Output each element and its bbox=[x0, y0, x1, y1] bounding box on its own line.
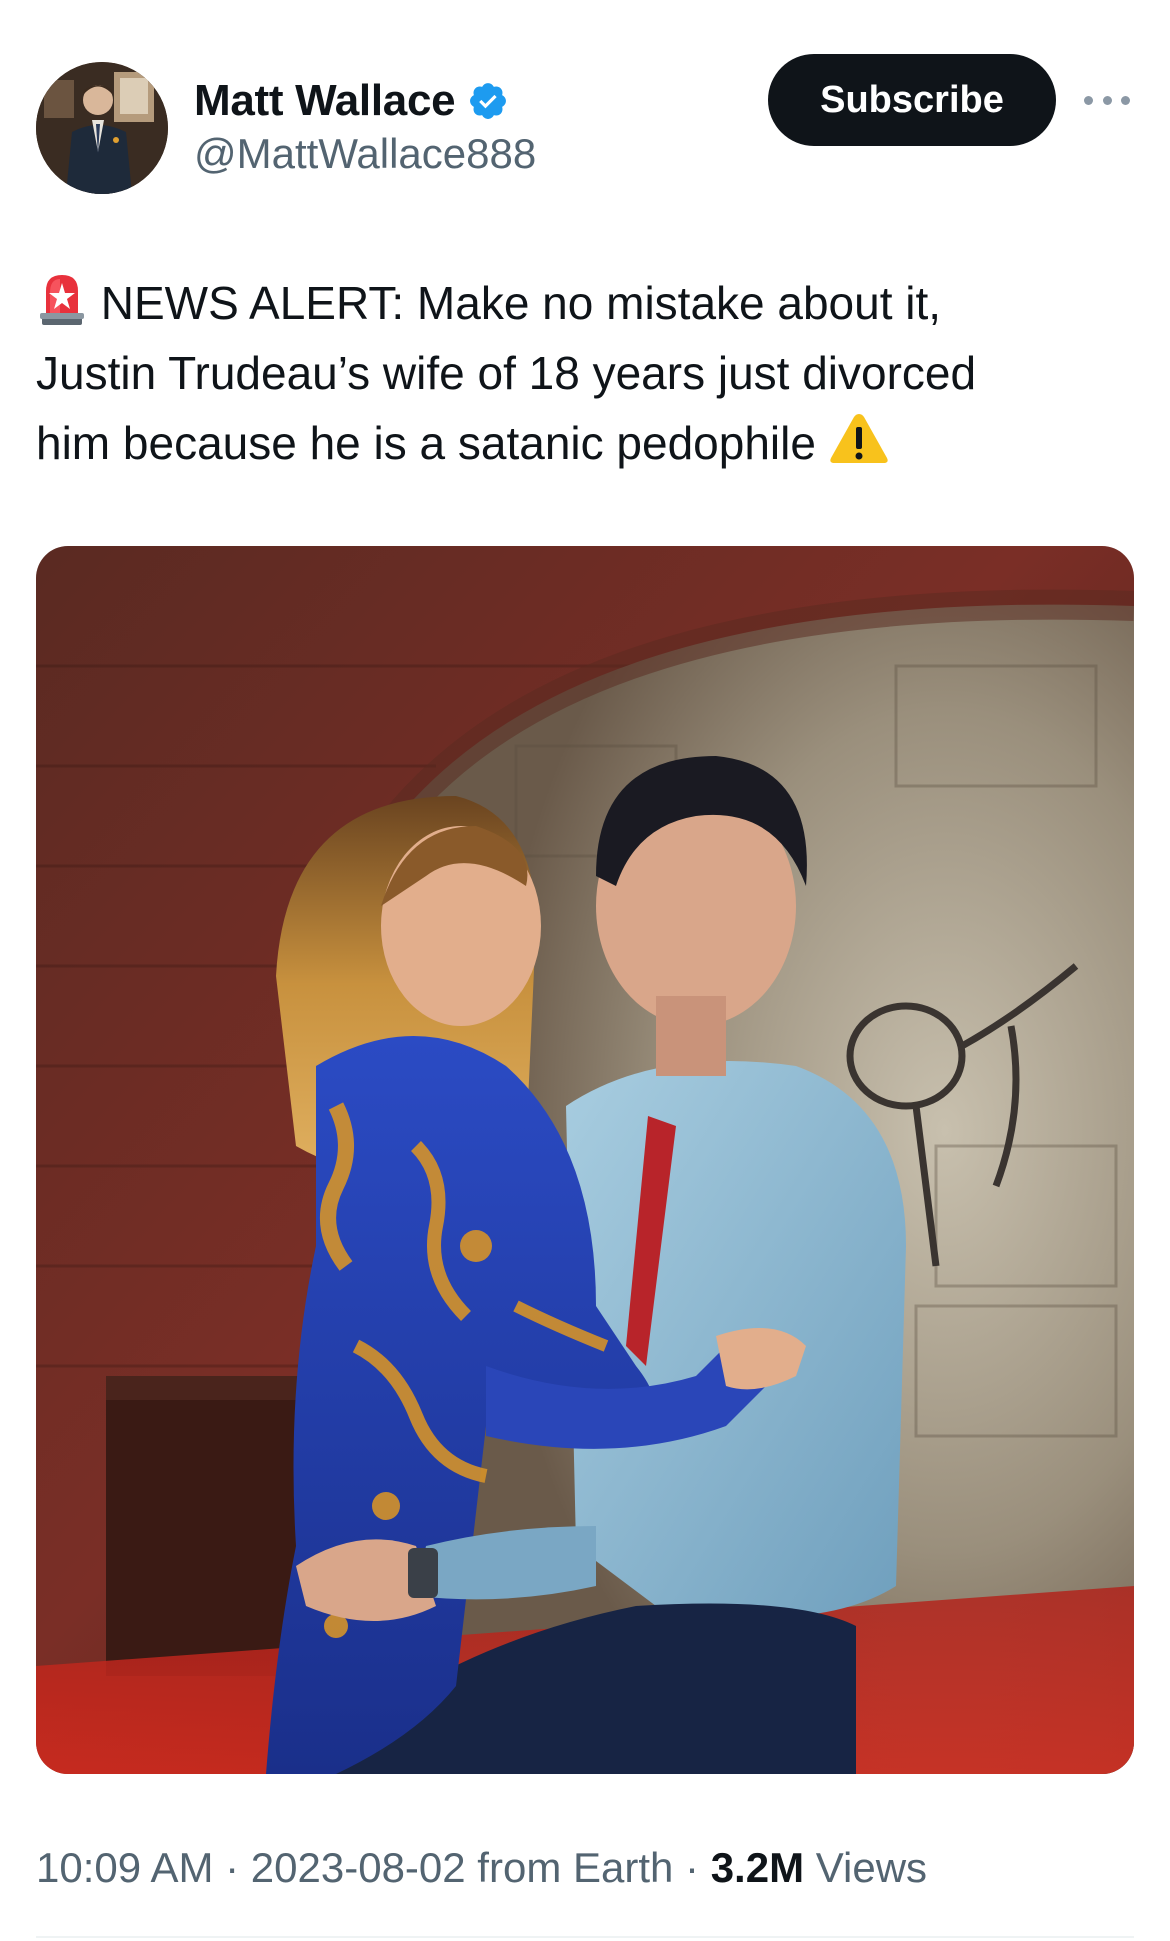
tweet-line-1: NEWS ALERT: Make no mistake about it, bbox=[36, 268, 1126, 338]
warning-icon bbox=[830, 414, 888, 463]
rotating-light-icon bbox=[40, 275, 84, 325]
photo-image bbox=[36, 546, 1134, 1774]
tweet-date[interactable]: 2023-08-02 bbox=[251, 1844, 466, 1891]
tweet-line-1-text: NEWS ALERT: Make no mistake about it, bbox=[100, 277, 942, 329]
meta-separator: · bbox=[213, 1844, 251, 1891]
views-count[interactable]: 3.2M bbox=[711, 1844, 804, 1891]
avatar[interactable] bbox=[36, 62, 168, 194]
avatar-image bbox=[36, 62, 168, 194]
divider bbox=[36, 1936, 1134, 1938]
author-handle[interactable]: @MattWallace888 bbox=[194, 130, 536, 178]
views-label: Views bbox=[804, 1844, 928, 1891]
tweet-time[interactable]: 10:09 AM bbox=[36, 1844, 213, 1891]
more-dot bbox=[1084, 95, 1093, 105]
tweet-text: NEWS ALERT: Make no mistake about it, Ju… bbox=[36, 268, 1126, 478]
meta-separator: · bbox=[673, 1844, 711, 1891]
more-dot bbox=[1121, 95, 1130, 105]
verified-badge-icon bbox=[470, 83, 507, 119]
author-name-row: Matt Wallace bbox=[194, 76, 509, 126]
author-display-name[interactable]: Matt Wallace bbox=[194, 76, 456, 126]
tweet-meta: 10:09 AM · 2023-08-02 from Earth · 3.2M … bbox=[36, 1844, 927, 1892]
tweet: Matt Wallace @MattWallace888 Subscribe N… bbox=[0, 0, 1170, 1941]
more-horizontal-icon[interactable] bbox=[1084, 90, 1130, 110]
tweet-line-3: him because he is a satanic pedophile bbox=[36, 408, 1126, 478]
more-dot bbox=[1102, 95, 1112, 105]
tweet-line-2: Justin Trudeau’s wife of 18 years just d… bbox=[36, 347, 977, 399]
subscribe-button[interactable]: Subscribe bbox=[768, 54, 1056, 146]
tweet-media-photo[interactable] bbox=[36, 546, 1134, 1774]
tweet-line-3-text: him because he is a satanic pedophile bbox=[36, 417, 816, 469]
tweet-source: from Earth bbox=[465, 1844, 674, 1891]
